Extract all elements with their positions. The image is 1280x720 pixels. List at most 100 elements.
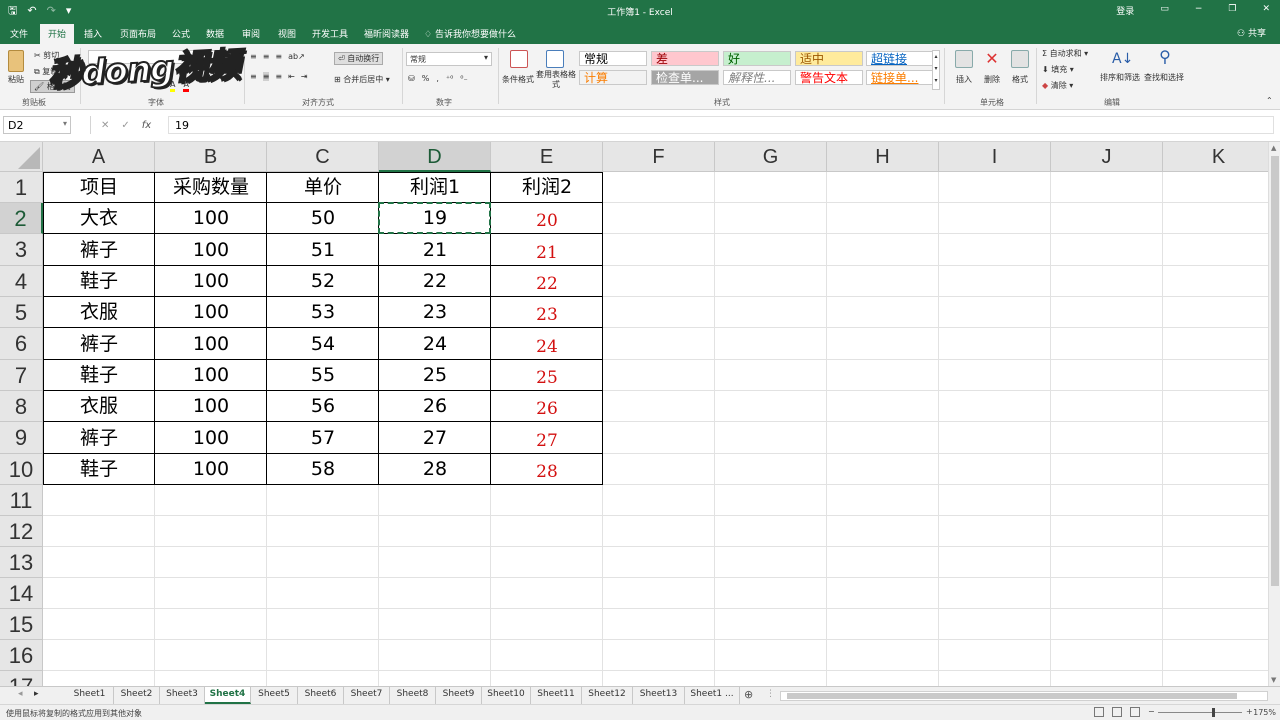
ribbon-display-icon[interactable]: ▭ [1160, 4, 1169, 17]
format-as-table-label[interactable]: 套用表格格式 [536, 70, 576, 90]
tab-foxit-reader[interactable]: 福昕阅读器 [364, 27, 409, 40]
sheet-tab[interactable]: Sheet1 ... [685, 687, 740, 704]
add-sheet-icon[interactable]: ⊕ [744, 688, 753, 701]
cell-b8[interactable]: 100 [155, 391, 267, 422]
cell-a7[interactable]: 鞋子 [43, 360, 155, 391]
currency-icon[interactable]: ⛁ [408, 74, 415, 83]
column-header-a[interactable]: A [43, 142, 155, 172]
cell-style-10[interactable]: 链接单... [866, 70, 934, 85]
close-icon[interactable]: ✕ [1262, 4, 1270, 17]
cell-style-8[interactable]: 解释性... [723, 70, 791, 85]
tab-home[interactable]: 开始 [40, 24, 75, 44]
cell-c10[interactable]: 58 [267, 454, 379, 485]
minimize-icon[interactable]: − [1195, 4, 1203, 17]
row-header-14[interactable]: 14 [0, 578, 43, 609]
cell-d1[interactable]: 利润1 [379, 172, 491, 203]
sheet-tab[interactable]: Sheet5 [251, 687, 298, 704]
wrap-text-button[interactable]: ⏎ 自动换行 [334, 52, 384, 65]
cell-b10[interactable]: 100 [155, 454, 267, 485]
cell-style-5[interactable]: 超链接 [866, 51, 934, 66]
cell-c9[interactable]: 57 [267, 422, 379, 454]
tab-review[interactable]: 审阅 [242, 27, 260, 40]
align-bottom-icon[interactable]: ≡ [275, 52, 282, 61]
find-select-label[interactable]: 查找和选择 [1144, 72, 1184, 83]
insert-cells-icon[interactable] [955, 50, 973, 68]
styles-scroll[interactable]: ▴ ▾ ▾ [932, 50, 940, 90]
sheet-tab[interactable]: Sheet6 [298, 687, 344, 704]
cell-b4[interactable]: 100 [155, 266, 267, 297]
increase-decimal-icon[interactable]: ⁺⁰ [446, 74, 453, 83]
autosum-button[interactable]: Σ 自动求和 ▾ [1042, 48, 1088, 59]
cell-style-1[interactable]: 常规 [579, 51, 647, 66]
column-header-e[interactable]: E [491, 142, 603, 172]
vertical-scrollbar[interactable]: ▲ ▼ [1268, 142, 1280, 686]
orientation-icon[interactable]: ab↗ [288, 52, 305, 61]
cell-d5[interactable]: 23 [379, 297, 491, 328]
row-header-1[interactable]: 1 [0, 172, 43, 203]
vertical-scroll-thumb[interactable] [1271, 156, 1279, 586]
share-button[interactable]: ⚇ 共享 [1237, 26, 1266, 39]
sort-filter-label[interactable]: 排序和筛选 [1100, 72, 1140, 83]
row-header-15[interactable]: 15 [0, 609, 43, 640]
cell-style-6[interactable]: 计算 [579, 70, 647, 85]
row-header-11[interactable]: 11 [0, 485, 43, 516]
sheet-tab[interactable]: Sheet4 [205, 687, 251, 704]
conditional-format-label[interactable]: 条件格式 [500, 74, 536, 85]
formula-input[interactable]: 19 [168, 116, 1274, 134]
cell-d3[interactable]: 21 [379, 234, 491, 266]
horizontal-scrollbar[interactable] [780, 691, 1268, 701]
cell-b2[interactable]: 100 [155, 203, 267, 234]
sheet-tab[interactable]: Sheet11 [531, 687, 582, 704]
cell-d4[interactable]: 22 [379, 266, 491, 297]
cell-d9[interactable]: 27 [379, 422, 491, 454]
tab-file[interactable]: 文件 [10, 27, 28, 40]
row-header-2[interactable]: 2 [0, 203, 43, 234]
indent-decrease-icon[interactable]: ⇤ [288, 72, 295, 81]
row-header-16[interactable]: 16 [0, 640, 43, 671]
column-header-g[interactable]: G [715, 142, 827, 172]
sheet-tab[interactable]: Sheet10 [482, 687, 531, 704]
indent-increase-icon[interactable]: ⇥ [301, 72, 308, 81]
find-select-icon[interactable]: ⚲ [1156, 48, 1174, 66]
tab-split-handle[interactable]: ⋮ [766, 689, 775, 699]
cell-style-3[interactable]: 好 [723, 51, 791, 66]
normal-view-icon[interactable] [1094, 707, 1104, 717]
cell-d8[interactable]: 26 [379, 391, 491, 422]
number-format-dropdown[interactable]: 常规 ▾ [406, 52, 492, 66]
cell-a1[interactable]: 项目 [43, 172, 155, 203]
scroll-down-icon[interactable]: ▼ [1271, 676, 1276, 684]
column-header-i[interactable]: I [939, 142, 1051, 172]
sheet-tab[interactable]: Sheet9 [436, 687, 482, 704]
cell-style-7[interactable]: 检查单... [651, 70, 719, 85]
page-break-view-icon[interactable] [1130, 707, 1140, 717]
align-right-icon[interactable]: ≡ [275, 72, 282, 81]
delete-cells-icon[interactable]: ✕ [983, 50, 1001, 68]
row-header-6[interactable]: 6 [0, 328, 43, 360]
column-header-d[interactable]: D [379, 142, 491, 172]
cell-b9[interactable]: 100 [155, 422, 267, 454]
row-header-4[interactable]: 4 [0, 266, 43, 297]
cell-a2[interactable]: 大衣 [43, 203, 155, 234]
sort-filter-icon[interactable]: A↓ [1112, 50, 1133, 68]
cell-b1[interactable]: 采购数量 [155, 172, 267, 203]
next-sheet-icon[interactable]: ▸ [34, 689, 39, 699]
row-header-7[interactable]: 7 [0, 360, 43, 391]
cell-c6[interactable]: 54 [267, 328, 379, 360]
cell-a10[interactable]: 鞋子 [43, 454, 155, 485]
cell-b5[interactable]: 100 [155, 297, 267, 328]
insert-function-icon[interactable]: fx [142, 120, 151, 131]
restore-icon[interactable]: ❐ [1228, 4, 1236, 17]
cell-c5[interactable]: 53 [267, 297, 379, 328]
row-header-9[interactable]: 9 [0, 422, 43, 454]
zoom-out-icon[interactable]: − [1148, 707, 1155, 716]
sheet-tab[interactable]: Sheet12 [582, 687, 633, 704]
cell-e1[interactable]: 利润2 [491, 172, 603, 203]
decrease-decimal-icon[interactable]: ⁰₋ [460, 74, 467, 83]
prev-sheet-icon[interactable]: ◂ [18, 689, 23, 699]
cell-c1[interactable]: 单价 [267, 172, 379, 203]
column-header-h[interactable]: H [827, 142, 939, 172]
cell-a8[interactable]: 衣服 [43, 391, 155, 422]
column-header-k[interactable]: K [1163, 142, 1268, 172]
cell-c8[interactable]: 56 [267, 391, 379, 422]
zoom-slider[interactable] [1158, 708, 1242, 717]
